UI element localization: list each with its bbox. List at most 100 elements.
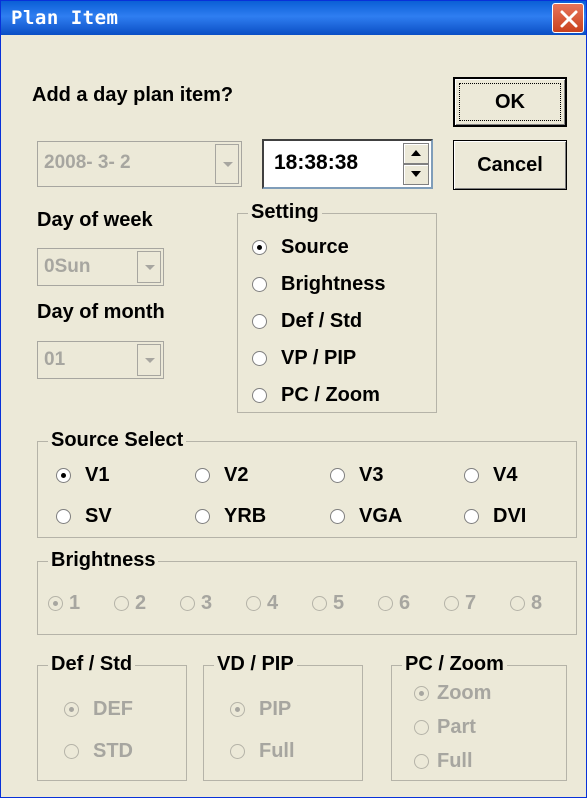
time-spin-down[interactable] [403, 164, 429, 185]
radio-dot [414, 754, 429, 769]
setting-radio-source[interactable]: Source [252, 236, 349, 259]
time-spin-up[interactable] [403, 143, 429, 164]
source-radio-dvi[interactable]: DVI [464, 505, 526, 528]
radio-label: Source [281, 236, 349, 258]
radio-label: PIP [259, 698, 292, 720]
setting-radio-def-std[interactable]: Def / Std [252, 310, 362, 333]
pc-zoom-group: PC / Zoom Zoom Part Full [391, 653, 567, 781]
radio-dot [195, 468, 210, 483]
radio-dot [56, 468, 71, 483]
time-field[interactable]: 18:38:38 [262, 139, 433, 189]
pc-zoom-radio-full[interactable]: Full [414, 750, 473, 773]
vd-pip-group-title: VD / PIP [214, 653, 297, 676]
source-radio-v3[interactable]: V3 [330, 464, 383, 487]
def-std-radio-def[interactable]: DEF [64, 698, 133, 721]
title-bar[interactable]: Plan Item [1, 1, 586, 35]
radio-dot [330, 509, 345, 524]
plan-item-dialog: Plan Item Add a day plan item? OK Cancel… [0, 0, 587, 798]
radio-dot [230, 702, 245, 717]
radio-dot [252, 240, 267, 255]
radio-dot [56, 509, 71, 524]
radio-dot [252, 314, 267, 329]
radio-dot [252, 351, 267, 366]
radio-dot [510, 596, 525, 611]
radio-label: V2 [224, 464, 249, 486]
day-of-month-select[interactable]: 01 [37, 341, 164, 379]
pc-zoom-group-title: PC / Zoom [402, 653, 507, 676]
arrow-up-icon [411, 150, 421, 156]
arrow-down-icon [411, 171, 421, 177]
radio-dot [64, 744, 79, 759]
pc-zoom-radio-part[interactable]: Part [414, 716, 476, 739]
setting-radio-brightness[interactable]: Brightness [252, 273, 385, 296]
vd-pip-radio-pip[interactable]: PIP [230, 698, 291, 721]
brightness-radio-1[interactable]: 1 [48, 592, 80, 615]
source-radio-v4[interactable]: V4 [464, 464, 517, 487]
close-button[interactable] [552, 3, 584, 33]
brightness-radio-2[interactable]: 2 [114, 592, 146, 615]
radio-label: 4 [267, 592, 279, 614]
radio-label: 1 [69, 592, 81, 614]
radio-label: DEF [93, 698, 133, 720]
day-of-month-dropdown-button[interactable] [137, 344, 161, 376]
radio-dot [414, 720, 429, 735]
radio-label: Full [437, 750, 473, 772]
vd-pip-radio-full[interactable]: Full [230, 740, 295, 763]
vd-pip-group: VD / PIP PIP Full [203, 653, 363, 781]
radio-dot [378, 596, 393, 611]
radio-dot [330, 468, 345, 483]
radio-label: PC / Zoom [281, 384, 380, 406]
date-dropdown-button[interactable] [215, 144, 239, 184]
radio-label: Def / Std [281, 310, 363, 332]
brightness-radio-7[interactable]: 7 [444, 592, 476, 615]
setting-radio-pc-zoom[interactable]: PC / Zoom [252, 384, 380, 407]
radio-label: 6 [399, 592, 411, 614]
radio-label: 2 [135, 592, 147, 614]
radio-label: Part [437, 716, 476, 738]
radio-label: VP / PIP [281, 347, 357, 369]
radio-label: DVI [493, 505, 527, 527]
source-radio-yrb[interactable]: YRB [195, 505, 266, 528]
brightness-radio-4[interactable]: 4 [246, 592, 278, 615]
setting-radio-vp-pip[interactable]: VP / PIP [252, 347, 356, 370]
radio-label: SV [85, 505, 112, 527]
pc-zoom-radio-zoom[interactable]: Zoom [414, 682, 491, 705]
radio-label: Full [259, 740, 295, 762]
radio-dot [414, 686, 429, 701]
cancel-button[interactable]: Cancel [453, 140, 567, 190]
brightness-group-title: Brightness [48, 549, 159, 572]
date-picker[interactable]: 2008- 3- 2 [37, 141, 242, 187]
day-of-week-dropdown-button[interactable] [137, 251, 161, 283]
radio-label: STD [93, 740, 133, 762]
time-value: 18:38:38 [274, 151, 359, 174]
source-select-group-title: Source Select [48, 429, 187, 452]
brightness-radio-8[interactable]: 8 [510, 592, 542, 615]
brightness-radio-6[interactable]: 6 [378, 592, 410, 615]
radio-dot [180, 596, 195, 611]
radio-dot [64, 702, 79, 717]
close-icon [560, 10, 578, 28]
radio-label: YRB [224, 505, 267, 527]
setting-group: Setting Source Brightness Def / Std VP /… [237, 201, 437, 413]
source-radio-vga[interactable]: VGA [330, 505, 402, 528]
radio-label: 5 [333, 592, 345, 614]
chevron-down-icon [145, 265, 155, 270]
source-radio-v1[interactable]: V1 [56, 464, 109, 487]
radio-label: Zoom [437, 682, 492, 704]
source-radio-v2[interactable]: V2 [195, 464, 248, 487]
chevron-down-icon [145, 358, 155, 363]
radio-label: 8 [531, 592, 543, 614]
cancel-button-label: Cancel [477, 153, 543, 176]
def-std-radio-std[interactable]: STD [64, 740, 133, 763]
source-radio-sv[interactable]: SV [56, 505, 112, 528]
brightness-radio-5[interactable]: 5 [312, 592, 344, 615]
window-title: Plan Item [11, 7, 119, 29]
brightness-radio-3[interactable]: 3 [180, 592, 212, 615]
focus-ring [459, 83, 561, 121]
day-of-week-select[interactable]: 0Sun [37, 248, 164, 286]
radio-dot [464, 468, 479, 483]
radio-dot [252, 388, 267, 403]
radio-dot [246, 596, 261, 611]
ok-button[interactable]: OK [453, 77, 567, 127]
radio-dot [312, 596, 327, 611]
